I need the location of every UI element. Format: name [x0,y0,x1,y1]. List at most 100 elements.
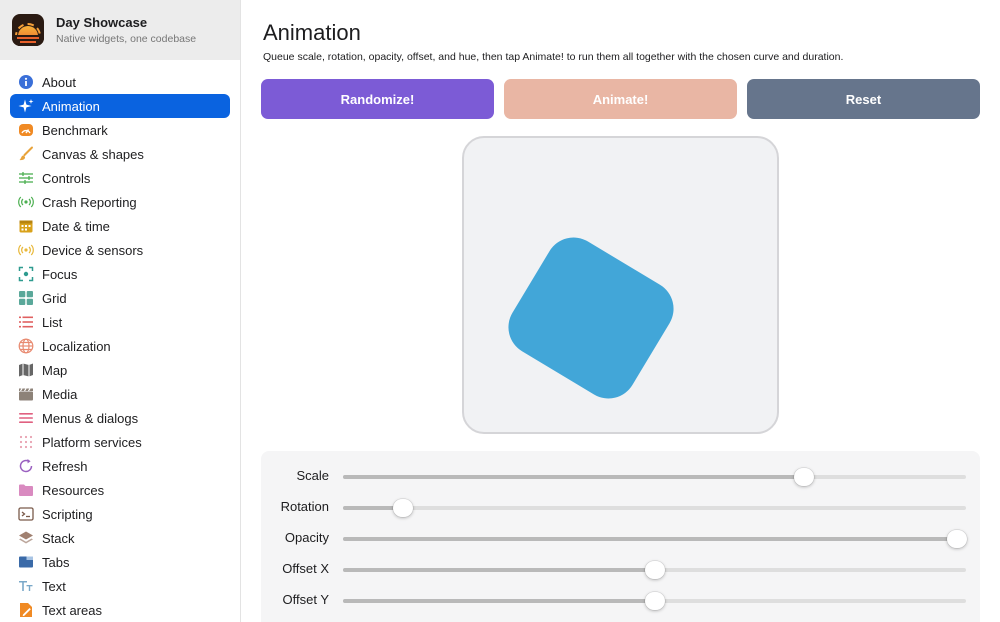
sidebar-item-about[interactable]: About [10,70,230,94]
sidebar-item-label: Focus [42,266,78,282]
opacity-slider-row: Opacity [261,526,980,550]
globe-icon [18,338,34,354]
offset-y-slider-thumb[interactable] [644,592,665,610]
offset-x-label: Offset X [282,561,329,576]
app-title: Day Showcase [56,15,148,30]
reset-button[interactable]: Reset [747,79,980,119]
opacity-slider[interactable] [343,530,967,548]
offset-y-slider-fill [343,599,655,603]
sidebar-nav: About Animation Benchmark Canvas & shapes Co… [0,60,240,622]
focus-icon [18,266,34,282]
stack-icon [18,530,34,546]
sidebar-item-label: Tabs [42,554,70,570]
sidebar: Day Showcase Native widgets, one codebas… [0,0,241,622]
app-header: Day Showcase Native widgets, one codebas… [0,0,240,60]
randomize-button[interactable]: Randomize! [261,79,494,119]
sidebar-item-label: Text [42,578,66,594]
sidebar-item-refresh[interactable]: Refresh [10,454,230,478]
sidebar-item-label: Benchmark [42,122,108,138]
sidebar-item-canvas-shapes[interactable]: Canvas & shapes [10,142,230,166]
grid-icon [18,290,34,306]
sidebar-item-menus-dialogs[interactable]: Menus & dialogs [10,406,230,430]
animate-button[interactable]: Animate! [504,79,737,119]
sidebar-item-localization[interactable]: Localization [10,334,230,358]
clapper-icon [18,386,34,402]
offset-x-slider[interactable] [343,561,966,579]
sidebar-item-label: Text areas [42,602,102,618]
offset-y-slider-row: Offset Y [261,588,980,612]
scale-slider-fill [343,475,805,479]
sliders-icon [18,170,34,186]
opacity-slider-thumb[interactable] [946,530,967,548]
sidebar-item-label: Animation [42,98,100,114]
sensor-icon [18,242,34,258]
gauge-icon [18,122,34,138]
sidebar-item-label: Map [42,362,68,378]
refresh-icon [18,458,34,474]
dots-grid-icon [18,434,34,450]
animated-shape [498,227,684,409]
rotation-slider[interactable] [343,499,966,517]
sidebar-item-controls[interactable]: Controls [10,166,230,190]
sidebar-item-label: Media [42,386,78,402]
sidebar-item-label: List [42,314,63,330]
opacity-label: Opacity [284,530,329,545]
scale-slider-thumb[interactable] [794,468,815,486]
sidebar-item-map[interactable]: Map [10,358,230,382]
sidebar-item-label: Device & sensors [42,242,144,258]
app-logo-icon [12,14,44,46]
sidebar-item-focus[interactable]: Focus [10,262,230,286]
sidebar-item-tabs[interactable]: Tabs [10,550,230,574]
sidebar-item-benchmark[interactable]: Benchmark [10,118,230,142]
sidebar-item-label: Date & time [42,218,110,234]
sidebar-item-label: Canvas & shapes [42,146,144,162]
sidebar-item-grid[interactable]: Grid [10,286,230,310]
map-icon [18,362,34,378]
rotation-slider-thumb[interactable] [392,499,413,517]
sidebar-item-list[interactable]: List [10,310,230,334]
offset-x-slider-thumb[interactable] [644,561,665,579]
offset-y-slider[interactable] [343,592,966,610]
app-subtitle: Native widgets, one codebase [56,33,197,45]
scale-slider-row: Scale [261,464,980,488]
scale-label: Scale [296,468,329,483]
text-area-icon [18,602,34,618]
sidebar-item-platform-services[interactable]: Platform services [10,430,230,454]
brush-icon [18,146,34,162]
sidebar-item-label: Crash Reporting [42,194,137,210]
calendar-icon [18,218,34,234]
sidebar-item-label: Localization [42,338,111,354]
sidebar-item-animation[interactable]: Animation [10,94,230,118]
sidebar-item-date-time[interactable]: Date & time [10,214,230,238]
sidebar-item-label: Scripting [42,506,93,522]
sidebar-item-label: Stack [42,530,75,546]
sparkles-icon [18,98,34,114]
scale-slider[interactable] [343,468,966,486]
rotation-label: Rotation [280,499,329,514]
main-content: Animation Queue scale, rotation, opacity… [241,0,1000,622]
list-icon [18,314,34,330]
terminal-icon [18,506,34,522]
sidebar-item-label: Refresh [42,458,88,474]
sidebar-item-scripting[interactable]: Scripting [10,502,230,526]
rotation-slider-row: Rotation [261,495,980,519]
sidebar-item-label: Grid [42,290,67,306]
sidebar-item-label: Platform services [42,434,142,450]
sidebar-item-text[interactable]: Text [10,574,230,598]
sidebar-item-text-areas[interactable]: Text areas [10,598,230,622]
offset-x-slider-row: Offset X [261,557,980,581]
sidebar-item-label: Menus & dialogs [42,410,139,426]
broadcast-icon [18,194,34,210]
sidebar-item-label: About [42,74,76,90]
sidebar-item-media[interactable]: Media [10,382,230,406]
menu-icon [18,410,34,426]
text-icon [18,578,34,594]
sidebar-item-label: Controls [42,170,91,186]
opacity-slider-fill [343,537,957,541]
sidebar-item-crash-reporting[interactable]: Crash Reporting [10,190,230,214]
animation-stage [462,136,779,434]
sidebar-item-label: Resources [42,482,105,498]
sidebar-item-device-sensors[interactable]: Device & sensors [10,238,230,262]
sidebar-item-stack[interactable]: Stack [10,526,230,550]
sidebar-item-resources[interactable]: Resources [10,478,230,502]
